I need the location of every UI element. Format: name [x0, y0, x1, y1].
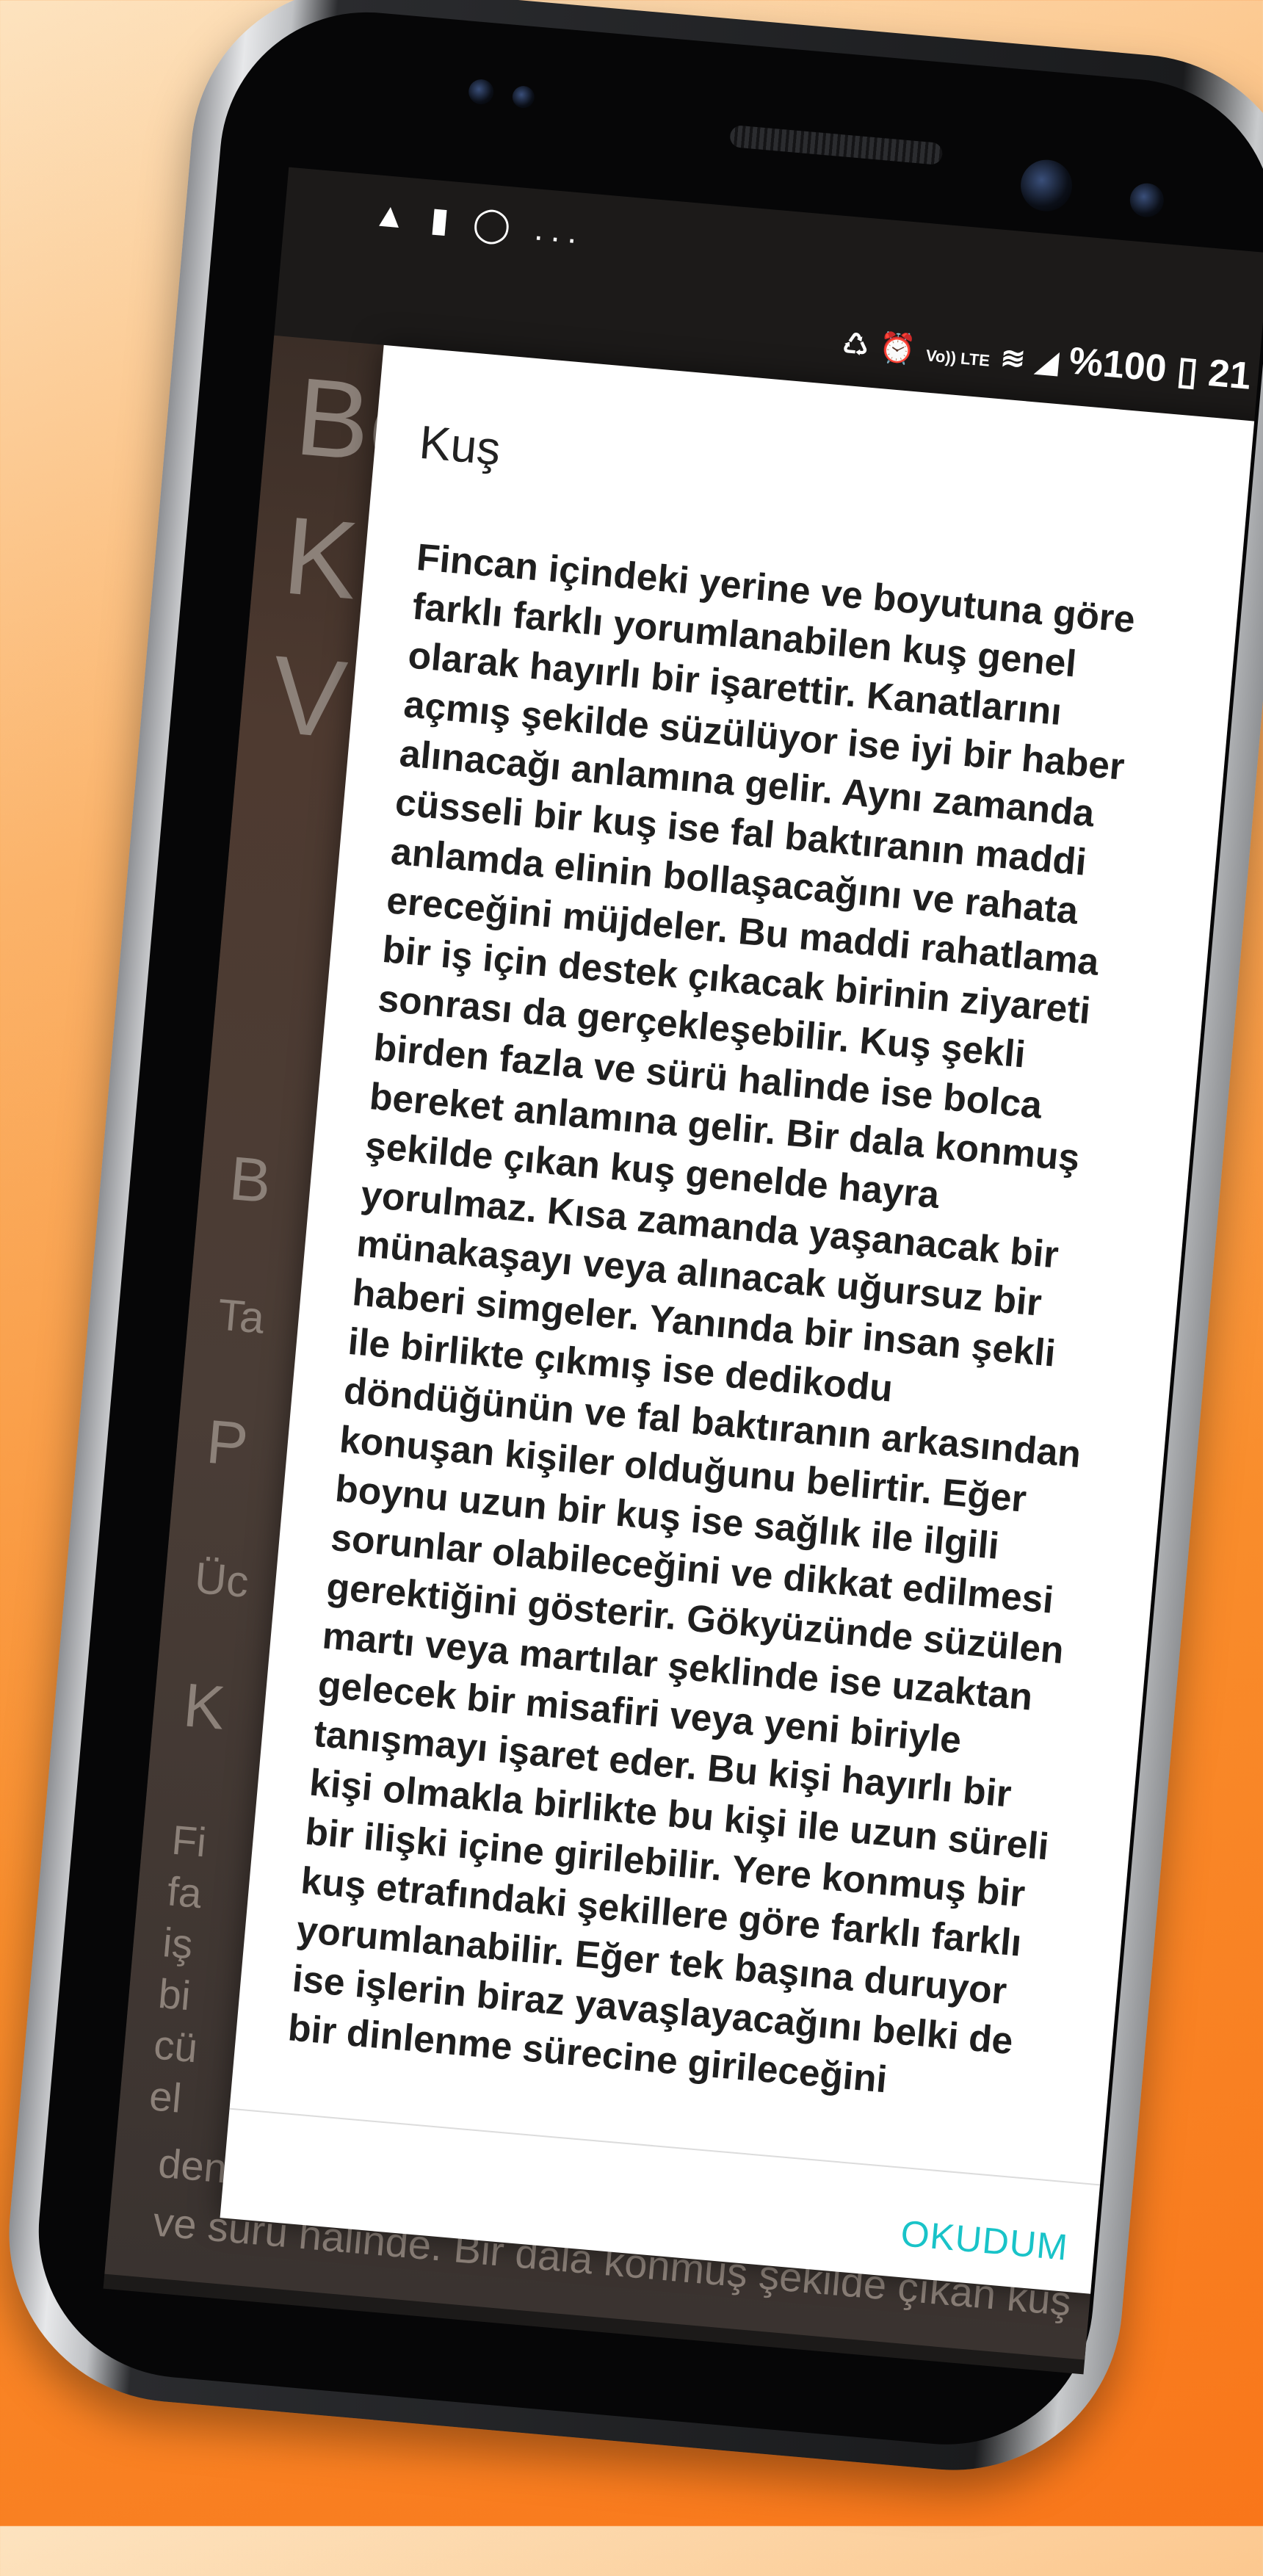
earpiece-speaker	[728, 124, 944, 166]
phone-bezel: ▲ ▮ ◯ ... ♺ ⏰ Vo)) LTE ≋ ◢ %100 ▯ 21 Be …	[26, 0, 1263, 2457]
proximity-sensor-icon	[467, 78, 495, 106]
image-icon: ▲	[371, 195, 416, 236]
sim-icon: ▮	[428, 199, 458, 240]
bg-paragraph-line: Fi	[170, 1816, 209, 1866]
phone-screen: ▲ ▮ ◯ ... ♺ ⏰ Vo)) LTE ≋ ◢ %100 ▯ 21 Be …	[103, 167, 1263, 2375]
bg-heading-line: K	[278, 493, 363, 623]
front-camera-icon	[1018, 157, 1074, 214]
bg-paragraph-line: iş	[161, 1919, 195, 1968]
status-bar-left: ▲ ▮ ◯ ...	[372, 194, 587, 252]
sync-icon: ◯	[471, 203, 520, 246]
more-notifications: ...	[532, 209, 587, 251]
battery-saver-icon: ♺	[841, 328, 871, 363]
promo-scene: ▲ ▮ ◯ ... ♺ ⏰ Vo)) LTE ≋ ◢ %100 ▯ 21 Be …	[0, 0, 1263, 2576]
bg-section-item: Ta	[215, 1289, 267, 1343]
bg-paragraph-line: bi	[156, 1969, 193, 2019]
dialog-body-text[interactable]: Fincan içindeki yerine ve boyutuna göre …	[282, 532, 1173, 2164]
battery-percent: %100	[1067, 339, 1169, 391]
bg-section-title: B	[226, 1143, 274, 1216]
dialog-title: Kuş	[417, 415, 503, 476]
wifi-icon: ≋	[999, 341, 1027, 376]
alarm-icon: ⏰	[877, 330, 918, 366]
battery-icon: ▯	[1175, 349, 1200, 394]
bg-section-title: P	[203, 1406, 251, 1480]
clock: 21	[1206, 351, 1253, 398]
info-dialog: Kuş Fincan içindeki yerine ve boyutuna g…	[220, 344, 1263, 2296]
bg-section-item: Üc	[192, 1552, 251, 1607]
status-bar-right: ♺ ⏰ Vo)) LTE ≋ ◢ %100 ▯ 21	[841, 319, 1253, 398]
bg-paragraph-line: fa	[165, 1867, 204, 1917]
status-bar: ▲ ▮ ◯ ... ♺ ⏰ Vo)) LTE ≋ ◢ %100 ▯ 21	[282, 167, 1263, 398]
volte-icon: Vo)) LTE	[924, 346, 991, 370]
okudum-button[interactable]: OKUDUM	[894, 2211, 1074, 2271]
light-sensor-icon	[511, 84, 536, 109]
bg-paragraph-line: cü	[152, 2021, 200, 2072]
bg-paragraph-line: el	[147, 2072, 184, 2121]
bg-heading-line: V	[267, 632, 351, 761]
bg-section-title: K	[181, 1670, 228, 1743]
phone-frame: ▲ ▮ ◯ ... ♺ ⏰ Vo)) LTE ≋ ◢ %100 ▯ 21 Be …	[0, 0, 1263, 2484]
signal-icon: ◢	[1034, 344, 1060, 379]
iris-sensor-icon	[1128, 181, 1165, 219]
